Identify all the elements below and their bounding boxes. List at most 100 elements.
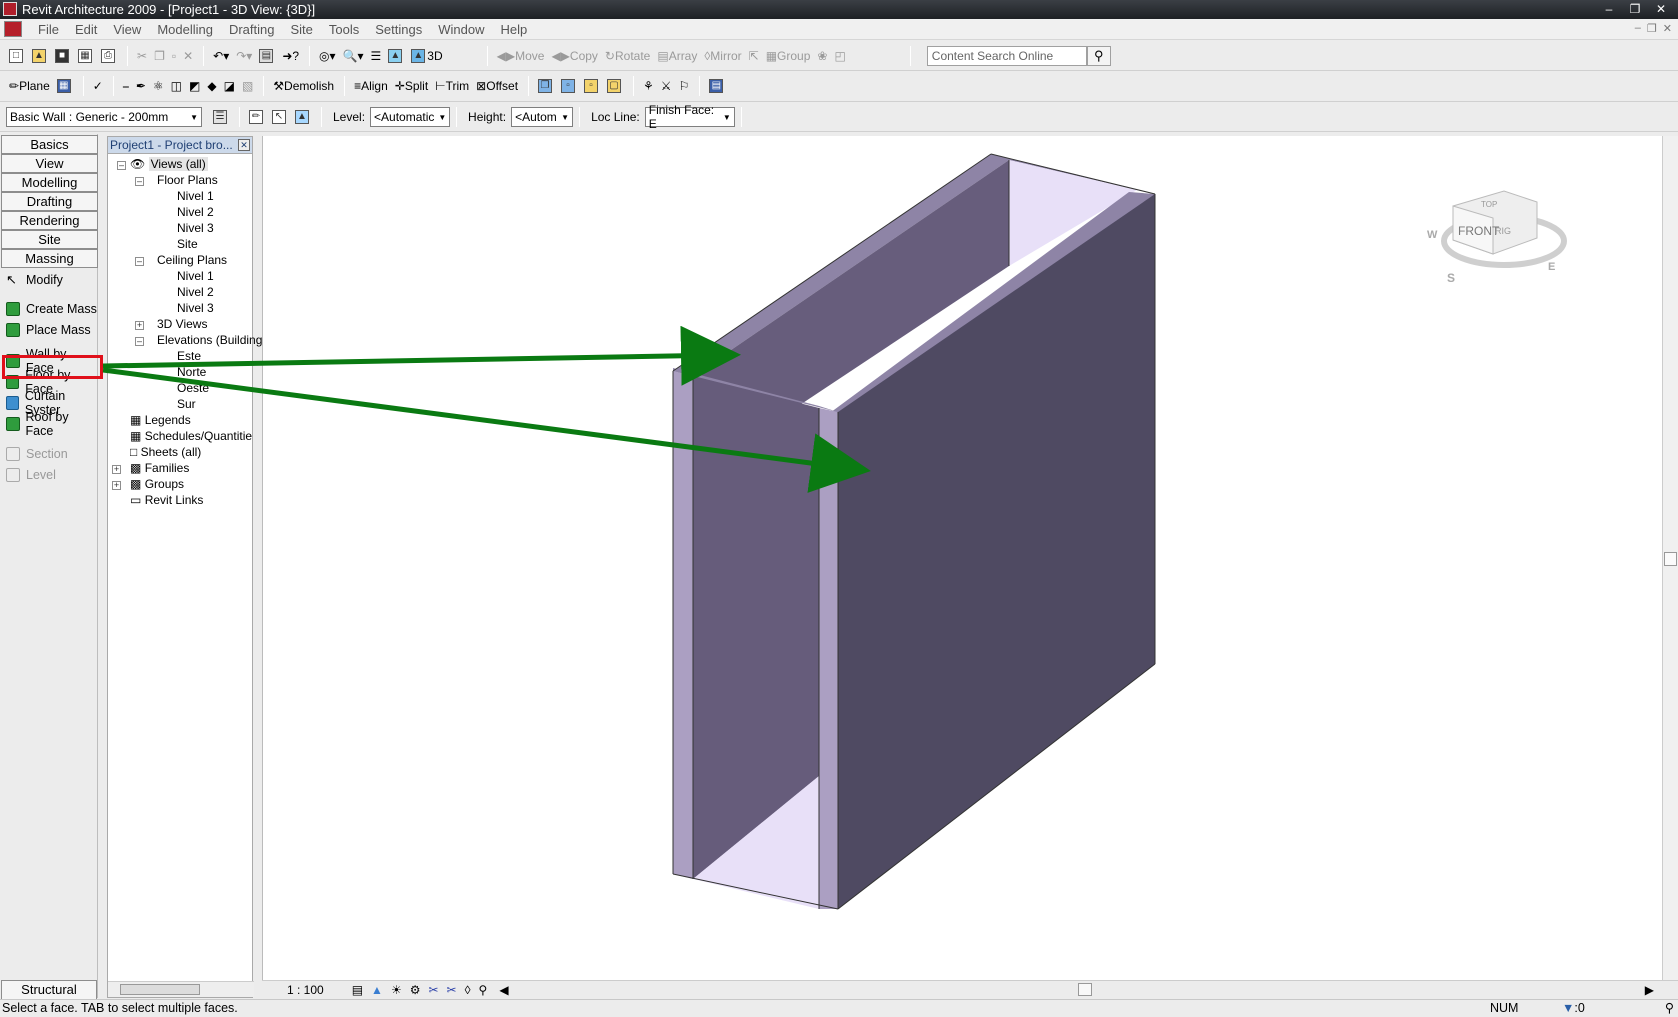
front-wall-end-face[interactable]: [819, 408, 838, 909]
undo-icon[interactable]: ↶▾: [210, 45, 232, 67]
left-end-outer-face[interactable]: [673, 371, 693, 879]
copy-to-clipboard-icon[interactable]: ❐: [535, 75, 557, 97]
menu-window[interactable]: Window: [430, 22, 492, 37]
search-icon[interactable]: ⚲: [1086, 45, 1111, 66]
worksharing-icon[interactable]: ⚲: [1665, 1000, 1674, 1017]
tree-floor-site[interactable]: Site: [177, 237, 198, 251]
schedule-icon[interactable]: ▤: [706, 75, 728, 97]
3d-view-button[interactable]: ▲ 3D: [408, 45, 445, 67]
join-geometry-icon[interactable]: ◩: [186, 75, 203, 97]
dynamic-view-icon[interactable]: ◎▾: [316, 45, 339, 67]
tree-views-all[interactable]: 👁 Views (all): [130, 157, 208, 171]
tab-structural[interactable]: Structural: [1, 980, 97, 1000]
tab-massing[interactable]: Massing: [1, 249, 98, 268]
roof-by-face-tool[interactable]: Roof by Face: [0, 410, 97, 438]
place-mass-tool[interactable]: Place Mass: [0, 319, 97, 340]
menu-file[interactable]: File: [30, 22, 67, 37]
tree-legends[interactable]: ▦ Legends: [130, 413, 191, 427]
grid-snap-icon[interactable]: ▦: [54, 75, 76, 97]
tab-rendering[interactable]: Rendering: [1, 211, 98, 230]
uncut-icon[interactable]: ▧: [239, 75, 256, 97]
area-icon[interactable]: ⚔: [658, 75, 675, 97]
pick-lines-icon[interactable]: ↖: [269, 106, 291, 128]
minimize-icon[interactable]: –: [1598, 1, 1620, 17]
menu-site[interactable]: Site: [283, 22, 321, 37]
tree-sheets[interactable]: □ Sheets (all): [130, 445, 201, 459]
loc-line-dropdown[interactable]: Finish Face: E ▼: [644, 103, 735, 131]
open-icon[interactable]: ▲: [29, 45, 51, 67]
tree-elev-oeste[interactable]: Oeste: [177, 381, 209, 395]
compass-s-label[interactable]: S: [1447, 271, 1455, 285]
revit-app-icon[interactable]: [3, 2, 17, 16]
tree-families[interactable]: ▩ Families: [130, 461, 189, 475]
3d-view-canvas[interactable]: FRONT RIG TOP W S E: [262, 136, 1662, 980]
content-search-input[interactable]: Content Search Online: [926, 45, 1087, 66]
menu-settings[interactable]: Settings: [367, 22, 430, 37]
pick-face-icon[interactable]: ▲: [292, 106, 314, 128]
new-icon[interactable]: □: [6, 45, 28, 67]
close-icon[interactable]: ✕: [238, 139, 250, 151]
paste-aligned-icon[interactable]: ▫: [558, 75, 580, 97]
model-graphics-icon[interactable]: ▲: [371, 983, 383, 997]
measure-icon[interactable]: ⎯: [120, 75, 132, 97]
menu-tools[interactable]: Tools: [321, 22, 367, 37]
type-selector[interactable]: Basic Wall : Generic - 200mm ▼: [6, 107, 202, 127]
tree-3d-views[interactable]: 3D Views: [157, 317, 207, 331]
copy-level-icon[interactable]: ▫: [581, 75, 603, 97]
show-crop-icon[interactable]: ✂: [447, 983, 457, 997]
tree-elev-este[interactable]: Este: [177, 349, 201, 363]
tab-modelling[interactable]: Modelling: [1, 173, 98, 192]
tree-schedules[interactable]: ▦ Schedules/Quantitie: [130, 429, 252, 443]
help-icon[interactable]: ➜?: [279, 45, 302, 67]
save-as-icon[interactable]: ▦: [75, 45, 97, 67]
height-dropdown[interactable]: <Autom ▼: [511, 107, 574, 127]
viewcube-front-label[interactable]: FRONT: [1458, 224, 1500, 238]
resize-icon[interactable]: ⇱: [746, 45, 762, 67]
tree-elev-sur[interactable]: Sur: [177, 397, 196, 411]
paste-icon[interactable]: ▫: [169, 45, 179, 67]
thin-lines-icon[interactable]: ▤: [256, 45, 278, 67]
expand-icon[interactable]: +: [112, 465, 121, 474]
save-icon[interactable]: ■: [52, 45, 74, 67]
split-face-icon[interactable]: ◫: [168, 75, 185, 97]
move-button[interactable]: ◀▶ Move: [494, 45, 548, 67]
tab-view[interactable]: View: [1, 154, 98, 173]
unpin-icon[interactable]: ◰: [831, 45, 848, 67]
document-icon[interactable]: [4, 21, 22, 37]
tree-floor-nivel-1[interactable]: Nivel 1: [177, 189, 214, 203]
collapse-icon[interactable]: –: [135, 337, 144, 346]
menu-help[interactable]: Help: [493, 22, 536, 37]
tree-elevations[interactable]: Elevations (Building: [157, 333, 262, 347]
shadows-icon[interactable]: ☀: [391, 983, 402, 997]
wall-joins-icon[interactable]: ◪: [221, 75, 238, 97]
tree-ceiling-nivel-1[interactable]: Nivel 1: [177, 269, 214, 283]
properties-icon[interactable]: ☰: [210, 106, 232, 128]
expand-icon[interactable]: +: [112, 481, 121, 490]
tree-ceiling-nivel-2[interactable]: Nivel 2: [177, 285, 214, 299]
viewcube-right-label[interactable]: RIG: [1495, 226, 1511, 236]
cut-geometry-icon[interactable]: ◆: [204, 75, 219, 97]
section-tool[interactable]: Section: [0, 443, 97, 464]
tree-groups[interactable]: ▩ Groups: [130, 477, 184, 491]
modify-tool[interactable]: ↖ Modify: [0, 269, 97, 290]
paint-icon[interactable]: ⚛: [150, 75, 167, 97]
delete-icon[interactable]: ✕: [180, 45, 196, 67]
visibility-graphics-icon[interactable]: ☰: [368, 45, 385, 67]
plane-button[interactable]: ✏ Plane: [6, 75, 53, 97]
tree-floor-nivel-2[interactable]: Nivel 2: [177, 205, 214, 219]
cut-icon[interactable]: ✂: [134, 45, 150, 67]
room-icon[interactable]: ⚘: [640, 75, 657, 97]
close-icon[interactable]: ✕: [1650, 1, 1672, 17]
3d-model-svg[interactable]: FRONT RIG TOP W S E: [263, 136, 1663, 980]
offset-button[interactable]: ⊠ Offset: [473, 75, 521, 97]
menu-drafting[interactable]: Drafting: [221, 22, 283, 37]
array-button[interactable]: ▤ Array: [654, 45, 700, 67]
collapse-icon[interactable]: –: [135, 257, 144, 266]
draw-icon[interactable]: ✏: [246, 106, 268, 128]
hide-isolate-icon[interactable]: ◊: [465, 983, 471, 997]
rotate-button[interactable]: ↻ Rotate: [602, 45, 653, 67]
spelling-icon[interactable]: ✓: [90, 75, 106, 97]
viewcube-top-label[interactable]: TOP: [1481, 200, 1497, 209]
scrollbar-thumb[interactable]: [120, 984, 200, 995]
copy-button[interactable]: ◀▶ Copy: [548, 45, 600, 67]
